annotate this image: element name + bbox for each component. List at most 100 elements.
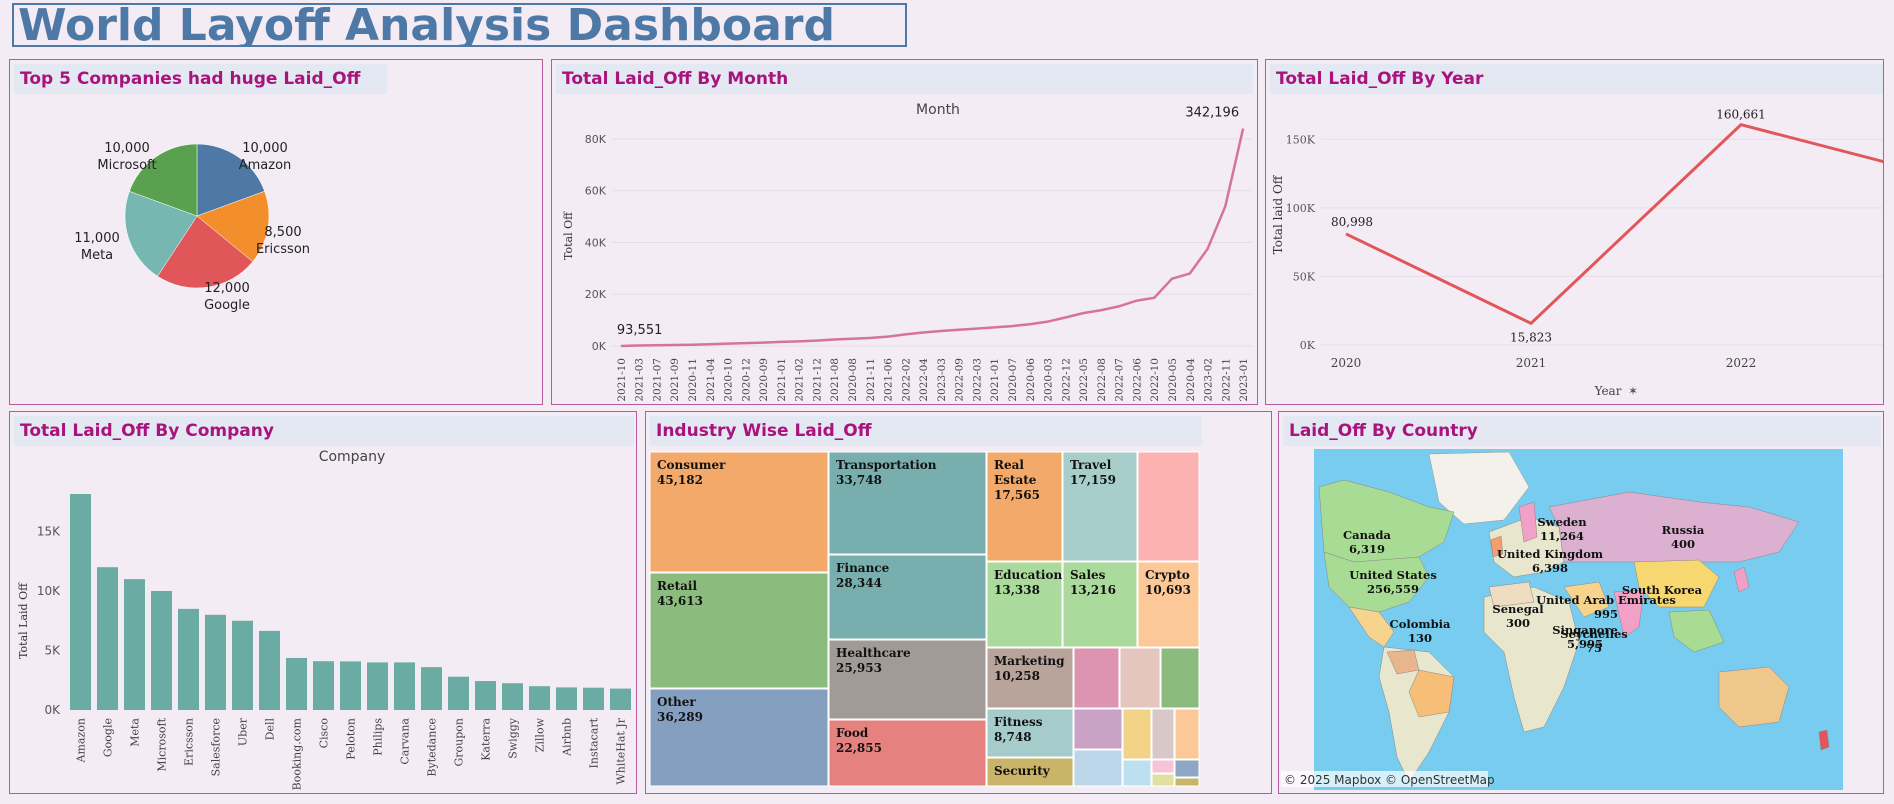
map-country-name: Singapore (1552, 623, 1618, 637)
treemap-tile-education[interactable]: Education13,338 (986, 561, 1063, 648)
treemap-tile-small[interactable] (1119, 647, 1161, 709)
month-xtick: 2023-03 (936, 358, 948, 402)
company-xtick: Uber (237, 717, 250, 746)
treemap-tile-small[interactable] (1160, 647, 1200, 709)
treemap-tile-finance[interactable]: Finance28,344 (828, 554, 987, 640)
company-bar[interactable] (205, 614, 226, 710)
treemap-tile-name: Other (657, 695, 696, 709)
company-bar[interactable] (529, 686, 550, 710)
year-ytick: 100K (1286, 202, 1316, 215)
month-xtick: 2021-09 (669, 358, 681, 402)
company-bar[interactable] (151, 591, 172, 710)
treemap-tile-other[interactable]: Other36,289 (649, 688, 829, 787)
company-xtick: Carvana (399, 718, 412, 765)
pin-icon[interactable]: ✶ (1628, 384, 1638, 398)
company-bar[interactable] (97, 567, 118, 710)
treemap-tile-fitness[interactable]: Fitness8,748 (986, 708, 1074, 758)
company-panel: Total Laid_Off By Company Company 0K 5K 10… (9, 411, 637, 794)
treemap-tile-healthcare[interactable]: Healthcare25,953 (828, 639, 987, 720)
company-bar[interactable] (421, 667, 442, 710)
treemap-tile-consumer[interactable]: Consumer45,182 (649, 451, 829, 573)
map-country-value: 400 (1671, 537, 1695, 551)
treemap-tile-small[interactable] (1073, 647, 1120, 709)
treemap-tile-name: Estate (994, 473, 1037, 487)
company-bar[interactable] (124, 579, 145, 710)
treemap-tile-small[interactable] (1174, 708, 1200, 760)
country-map[interactable]: Canada6,319United States256,559Colombia1… (1279, 412, 1884, 794)
treemap-tile-transportation[interactable]: Transportation33,748 (828, 451, 987, 555)
map-country-value: 256,559 (1367, 582, 1419, 596)
company-bar[interactable] (367, 662, 388, 710)
map-attribution[interactable]: © 2025 Mapbox © OpenStreetMap (1284, 773, 1495, 787)
pie-category-label: Amazon (239, 158, 292, 173)
treemap-tile-travel[interactable]: Travel17,159 (1062, 451, 1138, 562)
company-xtick: Airbnb (561, 718, 574, 757)
treemap-tile-small[interactable] (1174, 759, 1200, 778)
company-bar[interactable] (448, 676, 469, 710)
company-bar[interactable] (313, 661, 334, 710)
treemap-tile-sales[interactable]: Sales13,216 (1062, 561, 1138, 648)
treemap-tile-small[interactable] (1073, 708, 1123, 750)
company-ytick: 10K (37, 584, 61, 598)
treemap-tile-value: 36,289 (657, 710, 703, 724)
map-country-value: 995 (1594, 607, 1618, 621)
dashboard-title: World Layoff Analysis Dashboard (12, 3, 907, 47)
country-panel: Laid_Off By Country Canada 6,319 United St… (1278, 411, 1884, 794)
company-bar[interactable] (178, 608, 199, 710)
map-country-name: South Korea (1622, 583, 1703, 597)
treemap-tile-small[interactable] (1151, 773, 1175, 787)
company-bar[interactable] (583, 687, 604, 710)
company-bar[interactable] (340, 661, 361, 710)
month-series-line[interactable] (620, 128, 1245, 348)
month-xtick: 2020-04 (1185, 358, 1197, 402)
month-xtick: 2020-03 (1043, 358, 1055, 402)
treemap-tile-small[interactable] (1174, 777, 1200, 787)
company-bar[interactable] (475, 681, 496, 710)
month-xtick: 2021-11 (865, 358, 877, 402)
treemap-tile-small[interactable] (1122, 708, 1152, 760)
company-bar[interactable] (610, 688, 631, 710)
treemap-tile-small[interactable] (1137, 451, 1200, 562)
company-ytick: 0K (44, 703, 61, 717)
company-bar[interactable] (286, 657, 307, 710)
treemap-tile-small[interactable] (1073, 749, 1123, 787)
treemap-tile-value: 28,344 (836, 576, 882, 590)
company-bar[interactable] (556, 687, 577, 710)
treemap-tile-food[interactable]: Food22,855 (828, 719, 987, 787)
year-value-label: 15,823 (1510, 330, 1552, 344)
treemap-tile-real-estate[interactable]: RealEstate17,565 (986, 451, 1063, 562)
treemap-tile-marketing[interactable]: Marketing10,258 (986, 647, 1074, 709)
company-xtick: Meta (129, 718, 142, 747)
year-xtick: 2021 (1516, 356, 1547, 370)
company-bar[interactable] (502, 683, 523, 710)
month-line-chart: Month 0K 20K 40K 60K 80K Total Off 2021-10 2021… (562, 102, 1252, 402)
company-xtick: Cisco (318, 718, 331, 749)
treemap-tile-crypto[interactable]: Crypto10,693 (1137, 561, 1200, 648)
treemap-tile-name: Consumer (657, 458, 726, 472)
month-xtick: 2020-05 (1167, 358, 1179, 402)
company-ytick: 5K (44, 644, 61, 658)
company-xtick: Amazon (75, 718, 88, 763)
treemap-tile-retail[interactable]: Retail43,613 (649, 572, 829, 689)
treemap-tile-small[interactable] (1151, 759, 1175, 774)
treemap-tile-name: Sales (1070, 568, 1106, 582)
company-bar[interactable] (70, 494, 91, 710)
month-xtick: 2023-01 (1238, 358, 1250, 402)
month-ytick: 60K (585, 185, 607, 198)
map-country-value: 300 (1506, 616, 1530, 630)
treemap-tile-small[interactable] (1122, 759, 1152, 787)
treemap-tile-small[interactable] (1151, 708, 1175, 760)
month-xtick: 2023-02 (1203, 358, 1215, 402)
company-bar[interactable] (394, 662, 415, 710)
month-xtick: 2021-06 (883, 358, 895, 402)
pie-category-label: Google (204, 298, 250, 313)
company-header: Company (319, 449, 386, 465)
pie-value-label: 8,500 (264, 225, 301, 240)
year-series-line[interactable] (1345, 123, 1884, 326)
company-bar[interactable] (232, 620, 253, 710)
map-country-value: 6,319 (1349, 542, 1385, 556)
month-xtick: 2020-09 (758, 358, 770, 402)
treemap-tile-security[interactable]: Security (986, 757, 1074, 787)
company-bar[interactable] (259, 630, 280, 710)
treemap-tile-value: 33,748 (836, 473, 882, 487)
